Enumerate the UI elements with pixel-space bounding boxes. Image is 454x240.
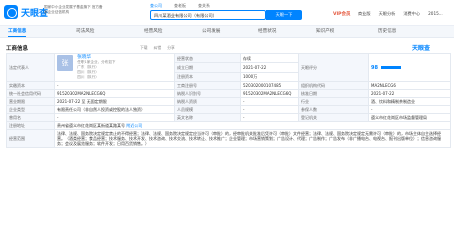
logo-eye-icon	[4, 5, 18, 19]
org-code-label: 组织机构代码	[298, 81, 370, 90]
tab-judicial-risk[interactable]: 司法风险	[76, 28, 94, 34]
address-cell: 贵州省遵义市红花岗区某街道某路某号 附近公司	[53, 121, 452, 130]
sub-nav: 工商信息 司法风险 经营风险 公司发展 经营状况 知识产权 历史信息	[0, 26, 454, 38]
nav-business[interactable]: 商业版	[358, 11, 371, 17]
taxpayer-label: 纳税人资质	[174, 97, 242, 106]
former-name-label: 曾用名	[6, 113, 55, 122]
search-tab-relation[interactable]: 查关系	[198, 3, 210, 9]
credit-code-label: 统一社会信用代码	[6, 89, 55, 98]
address-label: 注册地址	[6, 121, 55, 130]
search-tab-company[interactable]: 查公司	[150, 3, 162, 9]
search-tabs: 查公司 查老板 查关系	[150, 3, 210, 9]
brand-watermark: 天眼查	[412, 45, 431, 52]
established-label: 成立日期	[174, 62, 242, 73]
established-value: 2021-07-22	[240, 62, 300, 73]
tab-operation-risk[interactable]: 经营风险	[144, 28, 162, 34]
approval-label: 核准日期	[298, 89, 370, 98]
avatar: 张	[57, 55, 73, 71]
section-title: 工商信息	[6, 46, 29, 52]
status-label: 经营状态	[174, 52, 242, 64]
scope-value: 法律、法规、国务院决定规定禁止的不得经营；法律、法规、国务院决定规定应当许可（审…	[53, 129, 452, 148]
header-nav: 商业版 天眼分析 消费中心 2015...	[358, 11, 443, 17]
english-value: -	[240, 113, 300, 122]
slogan: 国家中小企业发展子基金旗下 官方备案企业征信机构	[44, 5, 103, 14]
logo[interactable]: 天眼查	[4, 5, 48, 19]
reg-no-label: 工商注册号	[174, 81, 242, 90]
industry-label: 行业	[298, 97, 370, 106]
tab-business-info[interactable]: 工商信息	[8, 28, 27, 37]
section-actions: 下载 纠错 分享	[140, 45, 175, 51]
tab-history[interactable]: 历史信息	[378, 28, 396, 34]
scope-label: 经营范围	[6, 129, 55, 148]
term-label: 营业期限	[6, 97, 55, 106]
reg-no-value: 520302000107485	[240, 81, 300, 90]
status-value: 存续	[240, 52, 300, 64]
search-button[interactable]: 天眼一下	[266, 10, 302, 20]
staff-label: 人员规模	[174, 105, 242, 114]
search-input-value: 四川某酒业有限公司（有限公司）	[154, 13, 217, 18]
share-button[interactable]: 分享	[167, 45, 175, 51]
term-value: 2021-07-22 至 无固定期限	[53, 97, 176, 106]
vip-link[interactable]: VIP会员	[333, 11, 350, 17]
taxpayer-value: -	[240, 97, 300, 106]
legal-rep-line-3: 四川（执行）	[77, 75, 99, 79]
tab-ip[interactable]: 知识产权	[316, 28, 334, 34]
search-tab-boss[interactable]: 查老板	[174, 3, 186, 9]
download-button[interactable]: 下载	[140, 45, 148, 51]
paid-capital-value: -	[53, 81, 176, 90]
reg-capital-label: 注册资本	[174, 71, 242, 83]
nav-user[interactable]: 2015...	[428, 11, 443, 17]
tax-id-label: 纳税人识别号	[174, 89, 242, 98]
score-bar	[381, 66, 402, 69]
nav-consume[interactable]: 消费中心	[403, 11, 420, 17]
legal-rep-label: 法定代表人	[6, 53, 55, 82]
score-label: 天眼评分	[298, 53, 370, 82]
authority-value: 遵义市红花岗区市场监督管理局	[368, 113, 452, 122]
score-value: 98	[371, 64, 378, 71]
credit-code-value: 91520302MA2NLECG6Q	[53, 89, 176, 98]
business-info-table: 法定代表人 张 张晓华 任职1家企业，分布如下 广东（执行） 四川（执行） 四川…	[6, 52, 452, 148]
score-cell: 98	[368, 53, 452, 82]
insured-value: -	[368, 105, 452, 114]
org-code-value: MA2NLECG6	[368, 81, 452, 90]
insured-label: 参保人数	[298, 105, 370, 114]
paid-capital-label: 实缴资本	[6, 81, 55, 90]
tab-development[interactable]: 公司发展	[202, 28, 220, 34]
legal-rep-person: 张晓华 任职1家企业，分布如下 广东（执行） 四川（执行） 四川（执行）	[77, 55, 115, 80]
approval-value: 2021-07-22	[368, 89, 452, 98]
staff-value: -	[240, 105, 300, 114]
reg-capital-value: 1000万	[240, 71, 300, 83]
tax-id-value: 91520302MA2NLECG6Q	[240, 89, 300, 98]
industry-value: 酒、饮料和精制茶制造业	[368, 97, 452, 106]
correct-button[interactable]: 纠错	[154, 45, 162, 51]
authority-label: 登记机关	[298, 113, 370, 122]
top-bar: 天眼查 国家中小企业发展子基金旗下 官方备案企业征信机构 查公司 查老板 查关系…	[0, 0, 454, 26]
search-input[interactable]: 四川某酒业有限公司（有限公司）	[150, 10, 266, 20]
english-label: 英文名称	[174, 113, 242, 122]
score-bar-fill	[381, 66, 401, 69]
legal-rep-cell: 张 张晓华 任职1家企业，分布如下 广东（执行） 四川（执行） 四川（执行）	[53, 53, 176, 82]
type-label: 企业类型	[6, 105, 55, 114]
address-value: 贵州省遵义市红花岗区某街道某路某号	[57, 123, 125, 128]
nearby-companies-link[interactable]: 附近公司	[126, 123, 142, 128]
former-name-value: -	[53, 113, 176, 122]
tab-operation-status[interactable]: 经营状况	[258, 28, 276, 34]
type-value: 有限责任公司（非自然人投资或控股的法人独资）	[53, 105, 176, 114]
nav-analysis[interactable]: 天眼分析	[379, 11, 396, 17]
